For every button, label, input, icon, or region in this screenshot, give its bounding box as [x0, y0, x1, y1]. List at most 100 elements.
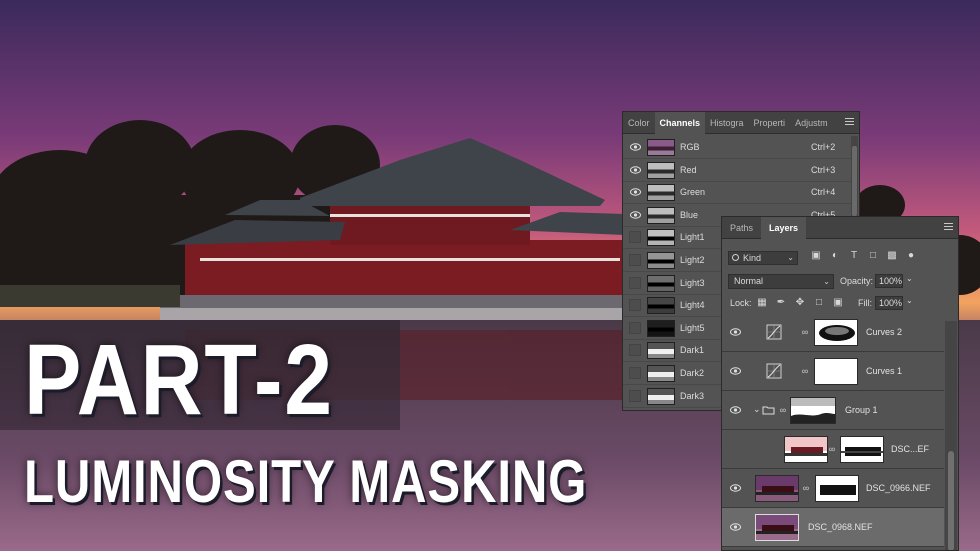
eye-icon[interactable] [630, 165, 641, 174]
layer-name: Curves 2 [866, 327, 903, 337]
tab-color[interactable]: Color [623, 112, 655, 134]
tab-adjustments[interactable]: Adjustm [790, 112, 833, 134]
hamburger-icon[interactable] [944, 223, 953, 232]
visibility-toggle[interactable] [629, 389, 641, 402]
channel-name: Dark1 [680, 345, 705, 356]
layers-panel-tabbar: Paths Layers [722, 217, 958, 239]
visibility-toggle[interactable] [629, 367, 641, 379]
tab-paths[interactable]: Paths [722, 217, 761, 239]
eye-icon[interactable] [630, 211, 641, 219]
lock-brush-icon[interactable]: ✒ [775, 297, 787, 309]
channel-thumbnail [647, 252, 675, 269]
visibility-toggle[interactable] [629, 231, 641, 244]
search-icon [732, 254, 739, 261]
eye-icon[interactable] [730, 523, 741, 531]
channel-row[interactable]: Red Ctrl+3 [623, 159, 851, 182]
layer-row-dsc-ef[interactable]: ∞ DSC...EF [722, 430, 944, 469]
layer-image-thumbnail[interactable] [755, 514, 799, 541]
channel-name: Red [680, 164, 697, 175]
layer-row-curves-1[interactable]: ∞ Curves 1 [722, 352, 944, 391]
layer-row-dsc-0968[interactable]: DSC_0968.NEF [722, 508, 944, 547]
lock-icons: ▦ ✒ ✥ □ ▣ [756, 297, 844, 309]
filter-toggle-icon[interactable]: ● [905, 250, 917, 262]
shape-filter-icon[interactable]: □ [867, 250, 879, 262]
adjustment-filter-icon[interactable]: ◐ [829, 250, 841, 262]
layers-panel: Paths Layers Kind ⌄ ▣ ◐ T □ ▩ ● Normal ⌄… [721, 216, 959, 551]
lock-row: Lock: ▦ ✒ ✥ □ ▣ Fill: 100% ⌄ [722, 294, 958, 314]
fill-input[interactable]: 100% [875, 296, 903, 310]
group-mask-thumbnail[interactable] [790, 397, 836, 424]
layer-name: DSC_0966.NEF [866, 483, 931, 493]
blend-mode-select[interactable]: Normal ⌄ [728, 274, 834, 289]
filter-kind-select[interactable]: Kind ⌄ [728, 251, 798, 265]
eye-icon[interactable] [730, 484, 741, 492]
eye-icon[interactable] [730, 367, 741, 375]
channel-shortcut: Ctrl+4 [811, 187, 836, 198]
lock-transparent-icon[interactable]: ▦ [756, 297, 768, 309]
channel-thumbnail [647, 229, 675, 247]
pixel-filter-icon[interactable]: ▣ [810, 250, 822, 262]
channel-thumbnail [647, 161, 675, 179]
blend-row: Normal ⌄ Opacity: 100% ⌄ [722, 272, 958, 292]
layer-name: Curves 1 [866, 366, 903, 376]
tab-layers[interactable]: Layers [761, 217, 807, 239]
chevron-down-icon: ⌄ [823, 277, 830, 286]
channel-name: Light1 [680, 232, 705, 243]
layer-mask-thumbnail[interactable] [815, 475, 859, 502]
channels-panel-tabbar: Color Channels Histogra Properti Adjustm [623, 112, 859, 134]
eye-icon[interactable] [730, 406, 741, 414]
chain-link-icon[interactable]: ∞ [779, 405, 787, 416]
type-filter-icon[interactable]: T [848, 250, 860, 262]
chevron-down-icon[interactable]: ⌄ [753, 404, 761, 415]
layer-row-dsc-0966[interactable]: ∞ DSC_0966.NEF [722, 469, 944, 508]
channel-name: Light3 [680, 277, 705, 288]
layers-scrollbar-thumb[interactable] [948, 451, 954, 550]
chain-link-icon[interactable]: ∞ [828, 444, 836, 455]
channel-name: RGB [680, 142, 700, 152]
layer-name: DSC_0968.NEF [808, 522, 873, 532]
layer-row-group-1[interactable]: ⌄ ∞ Group 1 [722, 391, 944, 430]
lock-label: Lock: [730, 298, 752, 308]
opacity-chevron-icon[interactable]: ⌄ [906, 274, 913, 283]
channel-thumbnail [647, 206, 675, 224]
visibility-toggle[interactable] [629, 276, 641, 289]
visibility-toggle[interactable] [629, 254, 641, 266]
smart-object-filter-icon[interactable]: ▩ [886, 250, 898, 262]
fill-chevron-icon[interactable]: ⌄ [906, 296, 913, 305]
eye-icon[interactable] [630, 143, 641, 151]
chain-link-icon[interactable]: ∞ [802, 483, 810, 494]
chain-link-icon[interactable]: ∞ [801, 366, 809, 377]
layer-mask-thumbnail[interactable] [814, 319, 858, 346]
filter-icons: ▣ ◐ T □ ▩ ● [810, 250, 917, 262]
eye-icon[interactable] [630, 188, 641, 196]
title-part-number: PART-2 [24, 324, 334, 436]
layer-mask-thumbnail[interactable] [840, 436, 884, 463]
layers-scrollbar[interactable] [945, 321, 957, 550]
layer-row-curves-2[interactable]: ∞ Curves 2 [722, 313, 944, 352]
channel-thumbnail [647, 387, 675, 405]
layer-image-thumbnail[interactable] [784, 436, 828, 463]
channel-row[interactable]: RGB Ctrl+2 [623, 136, 851, 159]
tab-histogram[interactable]: Histogra [705, 112, 749, 134]
eye-icon[interactable] [730, 328, 741, 336]
channel-row[interactable]: Green Ctrl+4 [623, 181, 851, 205]
lock-all-icon[interactable]: ▣ [832, 297, 844, 309]
visibility-toggle[interactable] [629, 321, 641, 334]
channel-thumbnail [647, 184, 675, 202]
visibility-toggle[interactable] [629, 299, 641, 312]
hamburger-icon[interactable] [845, 118, 854, 127]
opacity-input[interactable]: 100% [875, 274, 903, 288]
tab-properties[interactable]: Properti [749, 112, 791, 134]
channel-name: Light5 [680, 322, 705, 333]
layer-image-thumbnail[interactable] [755, 475, 799, 502]
channel-thumbnail [647, 342, 675, 360]
tab-channels[interactable]: Channels [654, 112, 706, 134]
lock-artboard-icon[interactable]: □ [813, 297, 825, 309]
channels-scrollbar-thumb[interactable] [852, 146, 857, 216]
chain-link-icon[interactable]: ∞ [801, 327, 809, 338]
filter-kind-value: Kind [743, 253, 762, 263]
layer-mask-thumbnail[interactable] [814, 358, 858, 385]
channel-shortcut: Ctrl+3 [811, 164, 836, 175]
visibility-toggle[interactable] [629, 344, 641, 357]
lock-position-icon[interactable]: ✥ [794, 297, 806, 309]
